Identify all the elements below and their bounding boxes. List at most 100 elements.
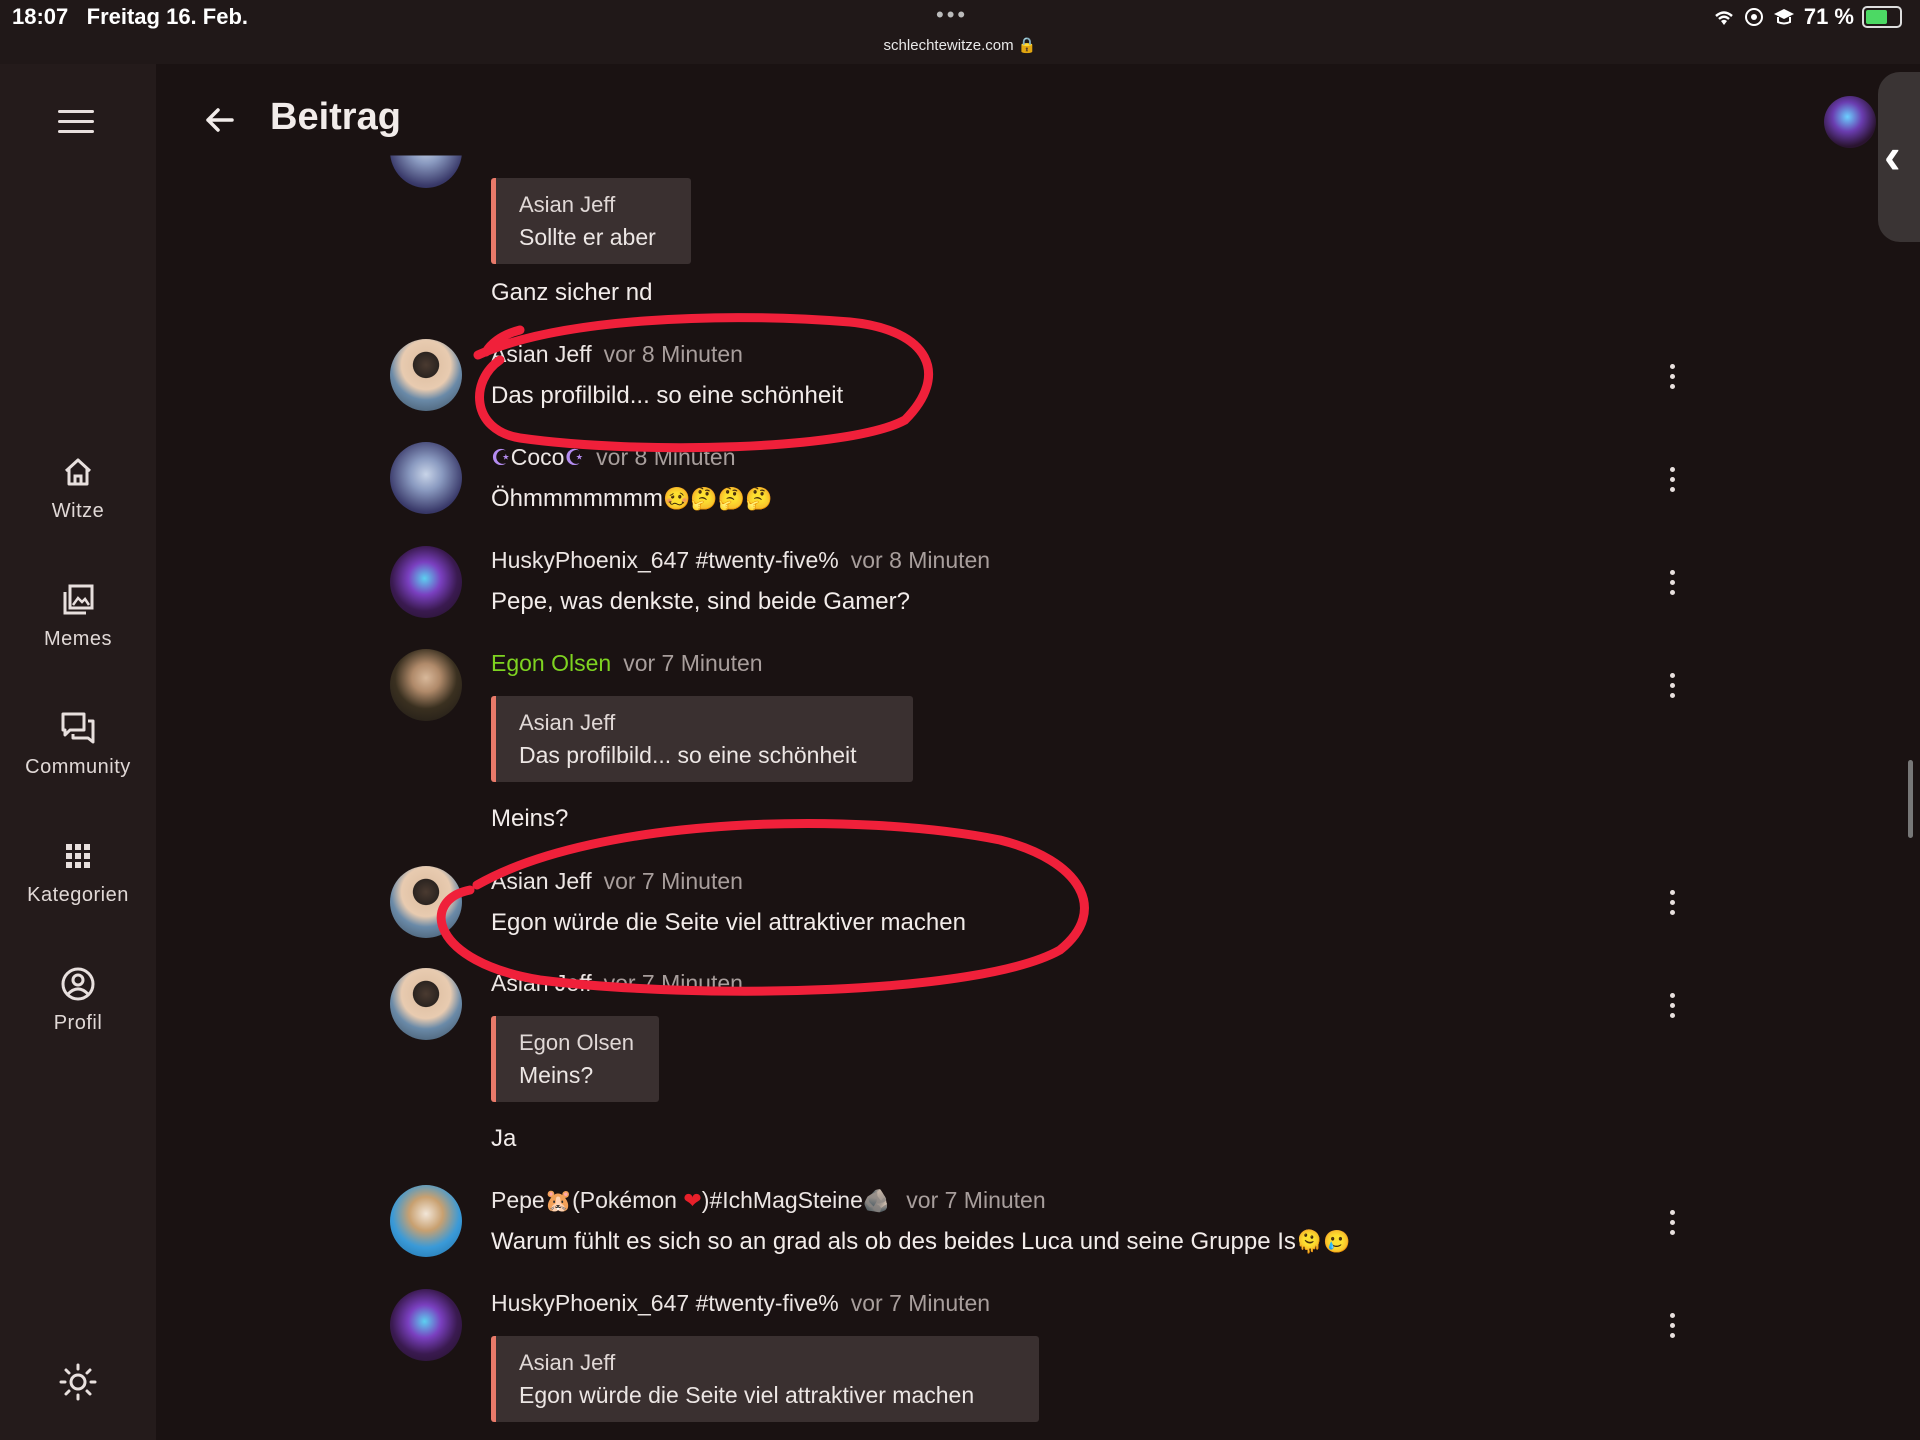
avatar[interactable] (390, 442, 462, 514)
more-options-icon[interactable] (1666, 890, 1678, 916)
hamster-emoji: 🐹 (544, 1189, 573, 1214)
more-options-icon[interactable] (1666, 364, 1678, 390)
quote-text: Meins? (519, 1062, 594, 1088)
comment-time: vor 7 Minuten (906, 1187, 1046, 1213)
battery-icon (1862, 6, 1902, 28)
sidebar-item-label: Profil (53, 1012, 103, 1034)
chat-bubbles-icon (61, 712, 95, 744)
graduation-cap-icon (1773, 9, 1794, 25)
avatar[interactable] (390, 866, 462, 938)
comment-author[interactable]: ☪Coco☪ vor 8 Minuten (491, 444, 736, 471)
grid-icon (66, 844, 90, 868)
menu-icon[interactable] (58, 110, 94, 138)
sidebar-item-memes[interactable]: Memes (0, 580, 156, 680)
scrollbar[interactable] (1908, 760, 1913, 838)
author-suffix-emoji: ☪ (564, 446, 585, 471)
quote-text: Sollte er aber (519, 224, 656, 250)
comment-time: vor 7 Minuten (850, 1290, 991, 1316)
comment-text: Öhmmmmmmm🥴🤔🤔🤔 (491, 485, 773, 513)
sidebar-item-community[interactable]: Community (0, 708, 156, 808)
comment-time: vor 8 Minuten (850, 547, 991, 573)
sidebar-item-witze[interactable]: Witze (0, 452, 156, 552)
comment-text: Ganz sicher nd (491, 279, 653, 306)
author-name-part[interactable]: (Pokémon (572, 1187, 683, 1213)
comment-text: Warum fühlt es sich so an grad als ob de… (491, 1228, 1351, 1256)
author-name[interactable]: HuskyPhoenix_647 #twenty-five% (491, 547, 839, 573)
comment-text: Egon würde die Seite viel attraktiver ma… (491, 909, 966, 936)
comment-author[interactable]: Asian Jeff vor 8 Minuten (491, 341, 743, 368)
quote-block[interactable]: Asian Jeff Egon würde die Seite viel att… (491, 1336, 1039, 1422)
side-panel-handle[interactable]: ‹ (1878, 72, 1920, 242)
user-avatar[interactable] (1824, 96, 1876, 148)
sidebar-item-label: Witze (51, 500, 105, 522)
comment-emojis: 🫠🥲 (1295, 1230, 1351, 1255)
quote-author: Asian Jeff (519, 1350, 616, 1375)
comment-text: Das profilbild... so eine schönheit (491, 382, 844, 409)
avatar[interactable] (390, 546, 462, 618)
sidebar-item-label: Kategorien (27, 884, 129, 906)
avatar[interactable] (390, 1185, 462, 1257)
author-name[interactable]: HuskyPhoenix_647 #twenty-five% (491, 1290, 839, 1316)
status-time: 18:07 Freitag 16. Feb. (12, 4, 248, 30)
quote-author: Asian Jeff (519, 192, 616, 217)
comment-time: vor 7 Minuten (603, 868, 743, 894)
page-title: Beitrag (270, 96, 401, 138)
browser-more-dots[interactable]: ••• (936, 2, 968, 28)
comment-author[interactable]: HuskyPhoenix_647 #twenty-five% vor 8 Minu… (491, 547, 990, 574)
comment-time: vor 8 Minuten (603, 341, 743, 367)
comment-time: vor 7 Minuten (623, 650, 763, 676)
comment-time: vor 8 Minuten (596, 444, 736, 470)
sidebar-item-label: Memes (43, 628, 113, 650)
comment-text-main: Warum fühlt es sich so an grad als ob de… (491, 1228, 1296, 1255)
comment-emojis: 🥴🤔🤔🤔 (662, 487, 773, 512)
avatar[interactable] (390, 1289, 462, 1361)
wifi-icon (1715, 11, 1733, 25)
sidebar-item-kategorien[interactable]: Kategorien (0, 836, 156, 936)
comment-author[interactable]: Asian Jeff vor 7 Minuten (491, 970, 743, 997)
comment-author[interactable]: HuskyPhoenix_647 #twenty-five% vor 7 Minu… (491, 1290, 990, 1317)
author-prefix-emoji: ☪ (491, 446, 511, 471)
at-sign-icon (1744, 8, 1763, 26)
comment-text-main: Öhmmmmmmm (491, 485, 663, 512)
quote-block[interactable]: Asian Jeff Sollte er aber (491, 178, 691, 264)
home-icon (64, 458, 92, 486)
more-options-icon[interactable] (1666, 467, 1678, 493)
author-name-part[interactable]: )#IchMagSteine (702, 1187, 863, 1213)
more-options-icon[interactable] (1666, 570, 1678, 596)
status-bar: 18:07 Freitag 16. Feb. ••• schlechtewitz… (0, 0, 1920, 64)
comment-author[interactable]: Asian Jeff vor 7 Minuten (491, 868, 743, 895)
quote-block[interactable]: Asian Jeff Das profilbild... so eine sch… (491, 696, 913, 782)
avatar[interactable] (390, 649, 462, 721)
quote-author: Asian Jeff (519, 710, 616, 735)
author-name[interactable]: Asian Jeff (491, 341, 592, 367)
sidebar: Witze Memes Community Kategorien Profil (0, 64, 156, 1440)
author-name[interactable]: Pepe (491, 1187, 545, 1213)
status-icons: 71 % (1712, 4, 1902, 30)
user-circle-icon (61, 967, 95, 1001)
clock-time: 18:07 (12, 4, 69, 29)
sidebar-item-profil[interactable]: Profil (0, 964, 156, 1064)
status-date: Freitag 16. Feb. (86, 4, 249, 29)
quote-block[interactable]: Egon Olsen Meins? (491, 1016, 659, 1102)
quote-text: Das profilbild... so eine schönheit (519, 742, 857, 768)
more-options-icon[interactable] (1666, 1210, 1678, 1236)
more-options-icon[interactable] (1666, 673, 1678, 699)
author-name[interactable]: Egon Olsen (491, 650, 611, 676)
more-options-icon[interactable] (1666, 1313, 1678, 1339)
battery-percent: 71 % (1803, 4, 1854, 29)
comment-author[interactable]: Egon Olsen vor 7 Minuten (491, 650, 763, 677)
heart-emoji: ❤ (683, 1189, 702, 1214)
quote-author: Egon Olsen (519, 1030, 634, 1055)
comment-author[interactable]: Pepe🐹(Pokémon ❤)#IchMagSteine🪨 vor 7 Minu… (491, 1187, 1046, 1214)
more-options-icon[interactable] (1666, 993, 1678, 1019)
avatar[interactable] (390, 339, 462, 411)
theme-toggle-sun-icon[interactable] (58, 1362, 98, 1402)
chevron-left-icon: ‹ (1884, 128, 1901, 184)
author-name[interactable]: Asian Jeff (491, 970, 592, 996)
author-name[interactable]: Asian Jeff (491, 868, 592, 894)
avatar[interactable] (390, 968, 462, 1040)
author-name[interactable]: Coco (511, 444, 565, 470)
comment-text: Meins? (491, 805, 569, 832)
back-arrow-icon[interactable] (200, 100, 240, 140)
url-label[interactable]: schlechtewitze.com 🔒 (0, 36, 1920, 54)
